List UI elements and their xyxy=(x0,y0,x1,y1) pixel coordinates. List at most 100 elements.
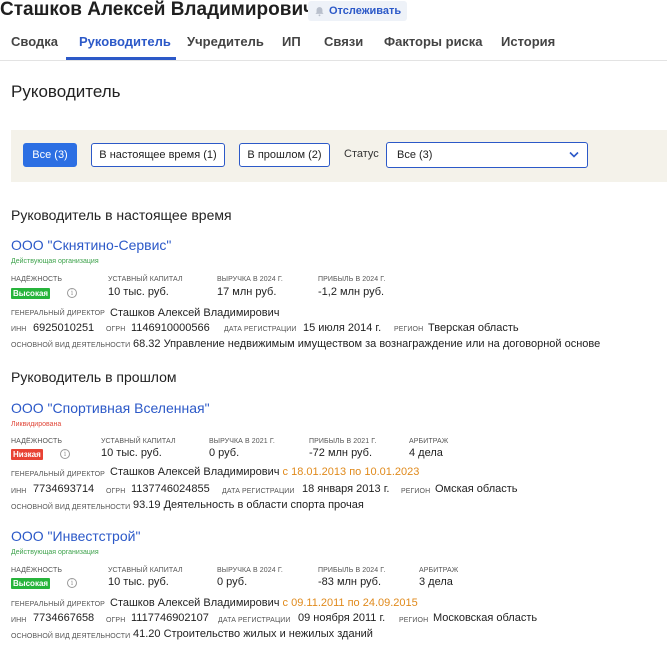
reg-date-value: 15 июля 2014 г. xyxy=(303,322,382,334)
arbitration-value[interactable]: 3 дела xyxy=(419,576,453,588)
director-label: Генеральный директор xyxy=(11,601,105,608)
tab-summary[interactable]: Сводка xyxy=(11,34,58,49)
status-select-value: Все (3) xyxy=(397,149,433,161)
reg-date-value: 18 января 2013 г. xyxy=(302,483,390,495)
reg-date-label: Дата регистрации xyxy=(224,326,297,333)
reliability-badge: Высокая xyxy=(11,578,51,589)
ogrn-label: ОГРН xyxy=(106,326,126,333)
filter-all-button[interactable]: Все (3) xyxy=(23,143,77,167)
tab-history[interactable]: История xyxy=(501,34,555,49)
director-period: с 09.11.2011 по 24.09.2015 xyxy=(282,597,418,609)
person-name: Сташков Алексей Владимирович xyxy=(0,0,315,20)
past-director-heading: Руководитель в прошлом xyxy=(11,369,177,385)
director-name: Сташков Алексей Владимирович xyxy=(110,466,280,478)
arbitration-label: Арбитраж xyxy=(409,438,449,445)
reg-date-label: Дата регистрации xyxy=(222,488,295,495)
ogrn-label: ОГРН xyxy=(106,617,126,624)
filter-past-button[interactable]: В прошлом (2) xyxy=(239,143,330,167)
profit-label: Прибыль в 2024 г. xyxy=(318,276,386,283)
revenue-value: 0 руб. xyxy=(217,576,248,588)
reliability-label: Надёжность xyxy=(11,276,63,283)
status-label: Статус xyxy=(344,148,379,160)
chevron-down-icon xyxy=(569,151,579,158)
info-icon[interactable]: i xyxy=(60,449,70,459)
capital-value: 10 тыс. руб. xyxy=(108,576,169,588)
region-value: Московская область xyxy=(433,612,538,624)
region-value: Омская область xyxy=(435,483,518,495)
profit-value: -72 млн руб. xyxy=(309,447,373,459)
director-name: Сташков Алексей Владимирович xyxy=(110,597,280,609)
profit-label: Прибыль в 2021 г. xyxy=(309,438,377,445)
revenue-label: Выручка в 2021 г. xyxy=(209,438,275,445)
region-label: Регион xyxy=(401,488,431,495)
director-line: Сташков Алексей Владимирович с 18.01.201… xyxy=(110,466,419,478)
region-label: Регион xyxy=(399,617,429,624)
tab-risk-factors[interactable]: Факторы риска xyxy=(384,34,483,49)
director-period: с 18.01.2013 по 10.01.2023 xyxy=(282,466,420,478)
org-name-link[interactable]: ООО "Спортивная Вселенная" xyxy=(11,400,210,416)
bell-icon xyxy=(315,6,324,16)
arbitration-label: Арбитраж xyxy=(419,567,459,574)
inn-label: ИНН xyxy=(11,326,27,333)
track-button-label: Отслеживать xyxy=(329,5,402,17)
current-director-heading: Руководитель в настоящее время xyxy=(11,207,232,223)
ogrn-value: 1117746902107 xyxy=(131,612,209,624)
filter-current-button[interactable]: В настоящее время (1) xyxy=(91,143,225,167)
inn-label: ИНН xyxy=(11,488,27,495)
tab-director[interactable]: Руководитель xyxy=(79,34,171,49)
capital-label: Уставный капитал xyxy=(108,276,183,283)
revenue-value: 17 млн руб. xyxy=(217,286,277,298)
inn-value: 7734693714 xyxy=(33,483,95,495)
activity-value: 93.19 Деятельность в области спорта проч… xyxy=(133,499,364,511)
activity-label: Основной вид деятельности xyxy=(11,633,131,640)
section-title: Руководитель xyxy=(11,82,121,101)
director-label: Генеральный директор xyxy=(11,310,105,317)
reliability-badge: Низкая xyxy=(11,449,43,460)
arbitration-value[interactable]: 4 дела xyxy=(409,447,443,459)
activity-value: 68.32 Управление недвижимым имуществом з… xyxy=(133,338,601,350)
ogrn-value: 1146910000566 xyxy=(131,322,210,334)
page-header: Сташков Алексей Владимирович Отслеживать xyxy=(0,0,667,24)
ogrn-value: 1137746024855 xyxy=(131,483,210,495)
info-icon[interactable]: i xyxy=(67,578,77,588)
ogrn-label: ОГРН xyxy=(106,488,126,495)
tab-founder[interactable]: Учредитель xyxy=(187,34,264,49)
org-status: Ликвидирована xyxy=(11,421,62,428)
status-select[interactable]: Все (3) xyxy=(386,142,588,168)
reg-date-label: Дата регистрации xyxy=(218,617,291,624)
inn-value: 7734667658 xyxy=(33,612,95,624)
capital-label: Уставный капитал xyxy=(101,438,176,445)
capital-value: 10 тыс. руб. xyxy=(101,447,162,459)
revenue-label: Выручка в 2024 г. xyxy=(217,276,283,283)
profit-value: -83 млн руб. xyxy=(318,576,382,588)
revenue-value: 0 руб. xyxy=(209,447,240,459)
profit-label: Прибыль в 2024 г. xyxy=(318,567,386,574)
org-status: Действующая организация xyxy=(11,258,99,265)
org-name-link[interactable]: ООО "Скнятино-Сервис" xyxy=(11,237,171,253)
reg-date-value: 09 ноября 2011 г. xyxy=(298,612,386,624)
filter-bar: Все (3) В настоящее время (1) В прошлом … xyxy=(11,130,667,182)
org-name-link[interactable]: ООО "Инвестстрой" xyxy=(11,528,140,544)
reliability-label: Надёжность xyxy=(11,567,63,574)
reliability-badge: Высокая xyxy=(11,288,51,299)
region-label: Регион xyxy=(394,326,424,333)
inn-value: 6925010251 xyxy=(33,322,95,334)
tab-links[interactable]: Связи xyxy=(324,34,363,49)
director-label: Генеральный директор xyxy=(11,471,105,478)
activity-value: 41.20 Строительство жилых и нежилых здан… xyxy=(133,628,373,640)
director-line: Сташков Алексей Владимирович с 09.11.201… xyxy=(110,597,418,609)
tab-bar: Сводка Руководитель Учредитель ИП Связи … xyxy=(0,24,667,61)
profit-value: -1,2 млн руб. xyxy=(318,286,385,298)
revenue-label: Выручка в 2024 г. xyxy=(217,567,283,574)
region-value: Тверская область xyxy=(428,322,519,334)
track-button[interactable]: Отслеживать xyxy=(308,1,408,21)
director-name: Сташков Алексей Владимирович xyxy=(110,307,280,319)
activity-label: Основной вид деятельности xyxy=(11,504,131,511)
info-icon[interactable]: i xyxy=(67,288,77,298)
org-status: Действующая организация xyxy=(11,549,99,556)
reliability-label: Надёжность xyxy=(11,438,63,445)
capital-label: Уставный капитал xyxy=(108,567,183,574)
activity-label: Основной вид деятельности xyxy=(11,342,131,349)
tab-ip[interactable]: ИП xyxy=(282,34,301,49)
inn-label: ИНН xyxy=(11,617,27,624)
